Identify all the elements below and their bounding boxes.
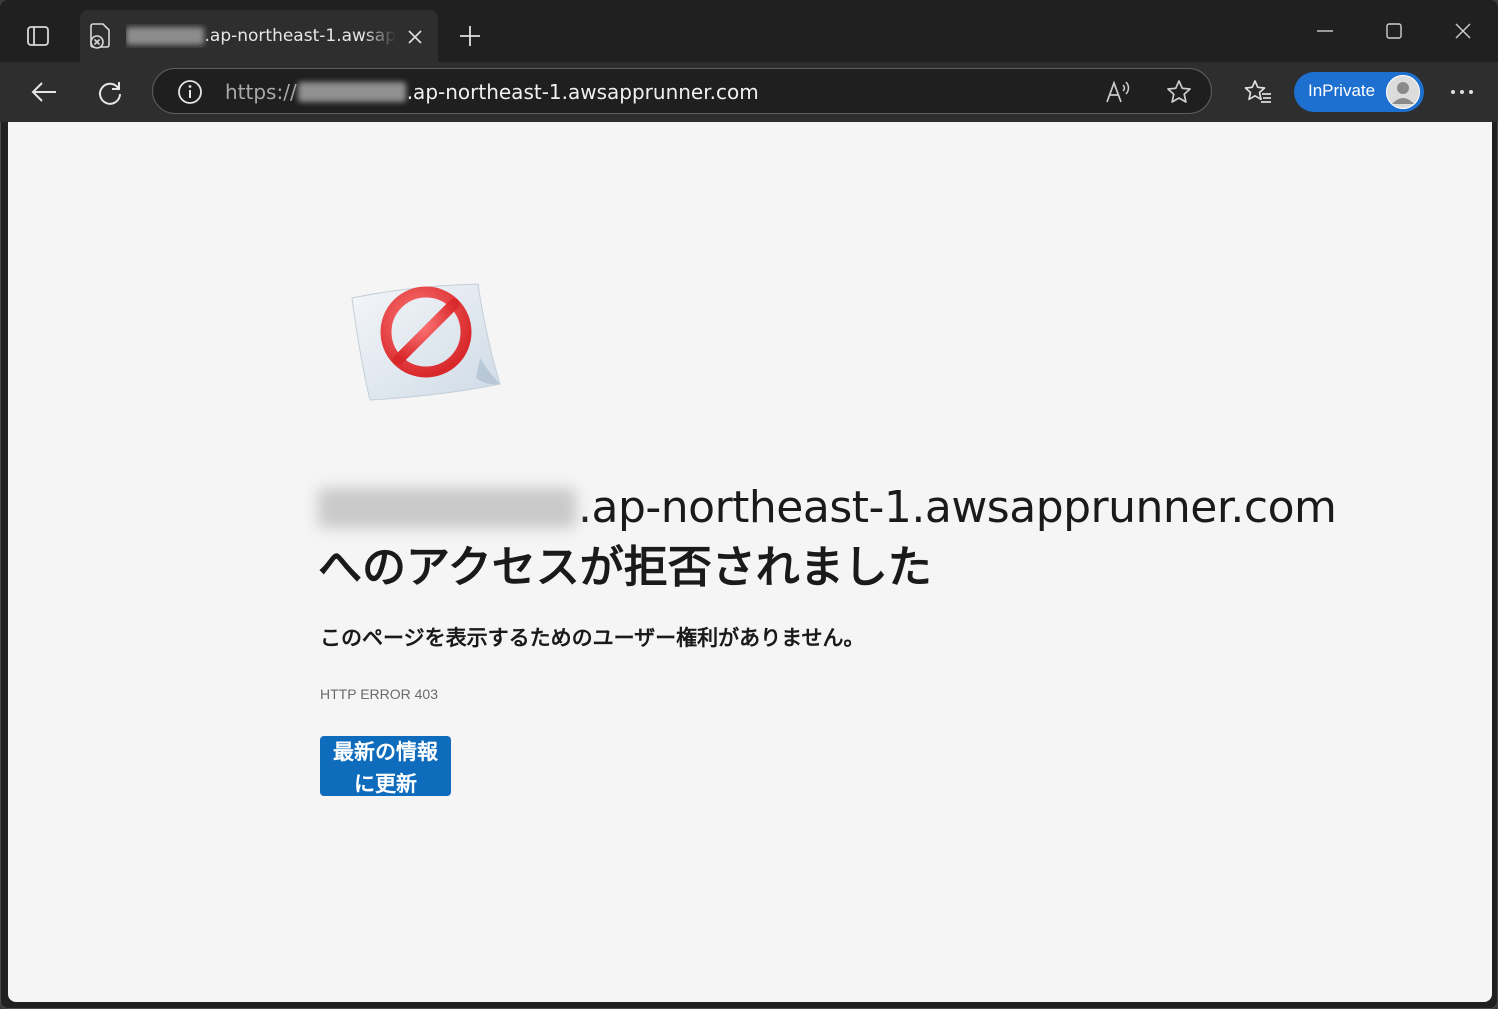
close-icon: [408, 30, 422, 44]
plus-icon: [460, 26, 480, 46]
favorites-icon: [1244, 80, 1271, 103]
error-description: このページを表示するためのユーザー権利がありません。: [320, 626, 865, 650]
maximize-icon: [1386, 23, 1402, 39]
back-arrow-icon: [31, 82, 56, 102]
tab-actions-icon: [27, 26, 49, 46]
reload-page-button[interactable]: 最新の情報に更新: [320, 736, 451, 796]
profile-icon: [1387, 76, 1419, 108]
refresh-button[interactable]: [88, 70, 132, 114]
new-tab-button[interactable]: [452, 18, 488, 54]
redacted-host: [126, 27, 204, 45]
read-aloud-icon: [1106, 80, 1130, 103]
close-window-button[interactable]: [1440, 10, 1486, 52]
heading-message: へのアクセスが拒否されました: [318, 542, 932, 593]
browser-window: .ap-northeast-1.awsap https:// .ap-north…: [0, 0, 1498, 1009]
heading-host-line: .ap-northeast-1.awsapprunner.com: [318, 478, 1418, 538]
browser-toolbar: https:// .ap-northeast-1.awsapprunner.co…: [0, 62, 1498, 122]
avatar: [1386, 75, 1420, 109]
site-info-button[interactable]: [175, 78, 205, 106]
maximize-button[interactable]: [1371, 10, 1417, 52]
heading-host: .ap-northeast-1.awsapprunner.com: [578, 482, 1337, 533]
more-icon: [1451, 90, 1473, 94]
redacted-host: [297, 82, 406, 102]
url-host: .ap-northeast-1.awsapprunner.com: [406, 80, 759, 104]
tab-actions-button[interactable]: [18, 18, 58, 54]
minimize-button[interactable]: [1302, 10, 1348, 52]
active-tab[interactable]: .ap-northeast-1.awsap: [80, 10, 438, 62]
add-favorite-button[interactable]: [1161, 77, 1197, 107]
tab-title-text: .ap-northeast-1.awsap: [204, 26, 397, 46]
close-tab-button[interactable]: [402, 24, 428, 50]
refresh-icon: [99, 82, 121, 105]
address-bar[interactable]: https:// .ap-northeast-1.awsapprunner.co…: [152, 68, 1212, 114]
url-scheme: https://: [225, 80, 297, 104]
tab-strip: .ap-northeast-1.awsap: [0, 0, 1498, 62]
more-button[interactable]: [1440, 70, 1484, 114]
favorites-button[interactable]: [1236, 70, 1280, 114]
page-content: .ap-northeast-1.awsapprunner.com へのアクセスが…: [8, 122, 1492, 1002]
close-icon: [1455, 23, 1471, 39]
page-error-icon: [88, 22, 114, 50]
inprivate-label: InPrivate: [1308, 81, 1376, 100]
minimize-icon: [1317, 30, 1333, 32]
tab-title: .ap-northeast-1.awsap: [126, 24, 396, 48]
info-icon: [178, 80, 202, 104]
inprivate-profile-button[interactable]: InPrivate: [1294, 72, 1424, 112]
redacted-host: [318, 488, 576, 528]
error-heading: .ap-northeast-1.awsapprunner.com へのアクセスが…: [318, 478, 1418, 598]
star-icon: [1167, 80, 1191, 103]
read-aloud-button[interactable]: [1101, 77, 1137, 107]
access-denied-illustration: [340, 278, 505, 403]
error-code: HTTP ERROR 403: [320, 686, 438, 702]
url-text[interactable]: https:// .ap-northeast-1.awsapprunner.co…: [225, 79, 759, 105]
back-button[interactable]: [22, 70, 66, 114]
